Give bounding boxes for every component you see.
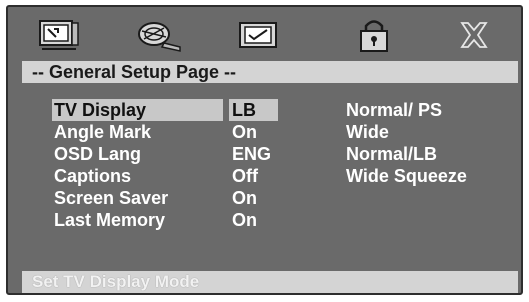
setting-value: Off <box>232 166 258 186</box>
setting-value: LB <box>229 99 278 121</box>
setting-label: OSD Lang <box>54 144 142 164</box>
setting-row-captions[interactable]: Captions Off <box>54 165 344 187</box>
tab-exit[interactable] <box>446 15 502 55</box>
tab-video-setup[interactable] <box>230 15 286 55</box>
tab-password-setup[interactable] <box>346 15 402 55</box>
setup-menu-panel: -- General Setup Page -- TV Display LB A… <box>6 5 523 295</box>
setting-row-screen-saver[interactable]: Screen Saver On <box>54 187 344 209</box>
setting-row-last-memory[interactable]: Last Memory On <box>54 209 344 231</box>
setting-label: Angle Mark <box>54 122 152 142</box>
tv-settings-icon <box>39 20 79 50</box>
option-normal-ps[interactable]: Normal/ PS <box>346 99 467 121</box>
option-wide[interactable]: Wide <box>346 121 467 143</box>
setting-value: On <box>232 210 257 230</box>
settings-list: TV Display LB Angle Mark On OSD Lang ENG… <box>52 99 344 231</box>
setting-label: Captions <box>54 166 132 186</box>
display-check-icon <box>239 22 277 48</box>
page-title: -- General Setup Page -- <box>22 61 518 83</box>
tab-audio-setup[interactable] <box>130 15 186 55</box>
exit-x-icon <box>460 22 488 48</box>
setting-row-tv-display[interactable]: TV Display LB <box>52 99 344 121</box>
option-wide-squeeze[interactable]: Wide Squeeze <box>346 165 467 187</box>
tab-bar <box>8 7 521 59</box>
setting-row-osd-lang[interactable]: OSD Lang ENG <box>54 143 344 165</box>
setting-value: On <box>232 122 257 142</box>
setting-row-angle-mark[interactable]: Angle Mark On <box>54 121 344 143</box>
setting-value: ENG <box>232 144 272 164</box>
option-normal-lb[interactable]: Normal/LB <box>346 143 467 165</box>
status-bar: Set TV Display Mode <box>22 271 518 293</box>
setting-value: On <box>232 188 257 208</box>
setting-label: TV Display <box>52 99 223 121</box>
padlock-icon <box>360 20 388 52</box>
setting-label: Last Memory <box>54 210 166 230</box>
option-list: Normal/ PS Wide Normal/LB Wide Squeeze <box>346 99 467 187</box>
setting-label: Screen Saver <box>54 188 169 208</box>
film-reel-icon <box>138 22 181 52</box>
tab-general-setup[interactable] <box>30 15 86 55</box>
